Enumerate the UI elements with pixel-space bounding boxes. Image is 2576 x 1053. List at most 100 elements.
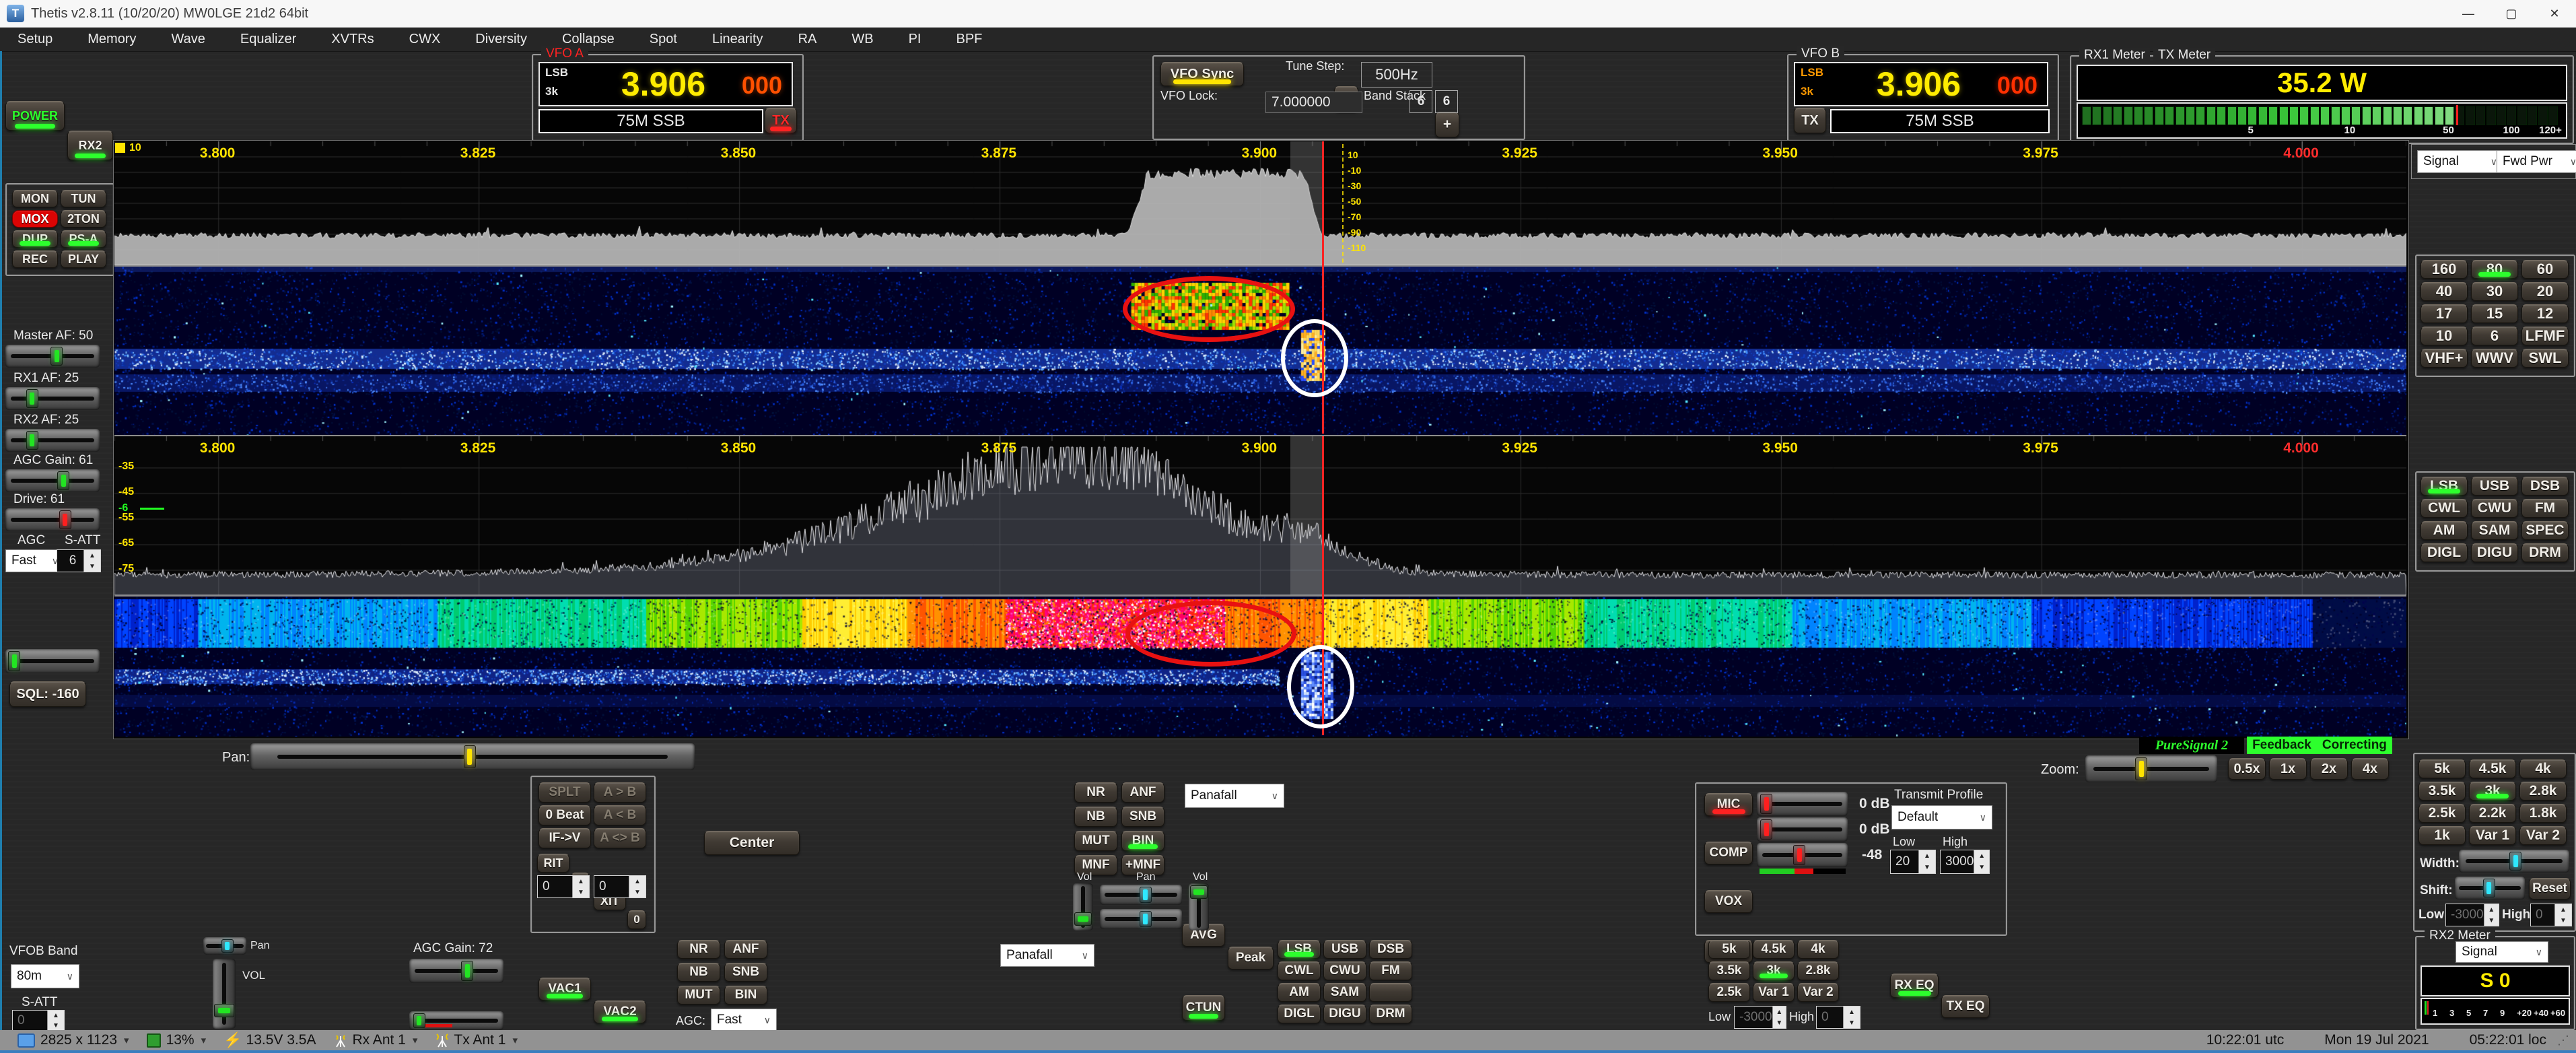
left-slider-0-thumb[interactable] bbox=[50, 347, 63, 366]
rx2-filter-passband[interactable] bbox=[1290, 436, 1323, 595]
rx1-vol2-thumb[interactable] bbox=[1190, 885, 1208, 899]
filter-shift-thumb[interactable] bbox=[2483, 879, 2495, 897]
rx2filter-button-var-2[interactable]: Var 2 bbox=[1797, 983, 1839, 1002]
filter-button-1.8k[interactable]: 1.8k bbox=[2519, 804, 2567, 823]
rx2filter-button-3k[interactable]: 3k bbox=[1753, 961, 1795, 980]
filter-button-2.2k[interactable]: 2.2k bbox=[2469, 804, 2516, 823]
filter-shift-slider[interactable] bbox=[2455, 877, 2525, 899]
mode-button-am[interactable]: AM bbox=[2421, 521, 2468, 540]
filter-low-arrows[interactable]: ▲▼ bbox=[2484, 904, 2499, 926]
comp-slider[interactable] bbox=[1757, 817, 1848, 842]
band-button-40[interactable]: 40 bbox=[2421, 282, 2468, 301]
menu-item-wb[interactable]: WB bbox=[834, 32, 891, 47]
sql-slider-thumb[interactable] bbox=[8, 651, 20, 671]
band-button-swl[interactable]: SWL bbox=[2521, 349, 2569, 368]
rx2-agc-threshold-line[interactable] bbox=[140, 508, 164, 510]
left-slider-4[interactable] bbox=[5, 508, 100, 531]
rx2mode-button-lsb[interactable]: LSB bbox=[1278, 940, 1321, 959]
filter-button-3k[interactable]: 3k bbox=[2469, 782, 2516, 801]
mode-button-lsb[interactable]: LSB bbox=[2421, 477, 2468, 496]
dsp2-button-anf[interactable]: ANF bbox=[724, 940, 767, 959]
display-pan-thumb[interactable] bbox=[464, 745, 476, 768]
rx1-display-mode-dropdown[interactable]: Panafall∨ bbox=[1185, 784, 1284, 808]
rx2-meter-mode-dropdown[interactable]: Signal∨ bbox=[2456, 941, 2548, 963]
minimize-button[interactable]: — bbox=[2447, 0, 2490, 27]
left-slider-4-thumb[interactable] bbox=[59, 510, 71, 529]
rit-spinner[interactable]: 0▲▼ bbox=[537, 875, 590, 898]
rx1-peak-button[interactable]: Peak bbox=[1228, 947, 1274, 970]
display-pan-slider[interactable] bbox=[250, 743, 695, 770]
filter-button-5k[interactable]: 5k bbox=[2418, 759, 2466, 778]
dsp2-button-bin[interactable]: BIN bbox=[724, 986, 767, 1005]
vac1-button[interactable]: VAC1 bbox=[538, 978, 591, 1000]
rx1-vol-thumb[interactable] bbox=[1074, 912, 1092, 926]
filter-width-thumb[interactable] bbox=[2509, 852, 2521, 871]
rx2-agc-gain-thumb[interactable] bbox=[461, 961, 473, 981]
rx1-pan-slider-a[interactable] bbox=[1100, 885, 1182, 905]
rx1-waterfall-canvas[interactable] bbox=[114, 267, 2406, 435]
dsp1-button-nb[interactable]: NB bbox=[1074, 807, 1117, 827]
mode-button-dsb[interactable]: DSB bbox=[2521, 477, 2569, 496]
dsp1-button-snb[interactable]: SNB bbox=[1121, 807, 1164, 827]
satt-spinner-arrows[interactable]: ▲▼ bbox=[83, 550, 100, 572]
left-slider-2[interactable] bbox=[5, 429, 100, 452]
rx1-filter-passband[interactable] bbox=[1290, 141, 1323, 265]
rx2-agc-mode-dropdown[interactable]: Fast∨ bbox=[711, 1009, 777, 1031]
menu-item-ra[interactable]: RA bbox=[781, 32, 835, 47]
display-zoom-thumb[interactable] bbox=[2135, 757, 2147, 780]
subrx-button-a-b[interactable]: A < B bbox=[594, 805, 646, 825]
menu-item-spot[interactable]: Spot bbox=[632, 32, 695, 47]
maximize-button[interactable]: ▢ bbox=[2490, 0, 2533, 27]
mode-button-cwl[interactable]: CWL bbox=[2421, 499, 2468, 518]
band-button-17[interactable]: 17 bbox=[2421, 304, 2468, 323]
rx2-sql-thumb[interactable] bbox=[413, 1013, 425, 1028]
rx1-ctun-button[interactable]: CTUN bbox=[1182, 995, 1225, 1021]
resize-grip[interactable]: ⋰ bbox=[2557, 1033, 2569, 1048]
rx-eq-button[interactable]: RX EQ bbox=[1890, 974, 1939, 998]
left-button-rec[interactable]: REC bbox=[12, 250, 58, 268]
vac2-button[interactable]: VAC2 bbox=[594, 1000, 646, 1023]
menu-item-linearity[interactable]: Linearity bbox=[695, 32, 781, 47]
display-zoom-slider[interactable] bbox=[2085, 755, 2217, 782]
filter-reset-button[interactable]: Reset bbox=[2529, 878, 2571, 899]
rx1-pan-a-thumb[interactable] bbox=[1140, 887, 1152, 903]
rx2mode-button-fm[interactable]: FM bbox=[1369, 961, 1412, 980]
close-button[interactable]: ✕ bbox=[2533, 0, 2576, 27]
menu-item-cwx[interactable]: CWX bbox=[392, 32, 458, 47]
left-button-mon[interactable]: MON bbox=[12, 190, 58, 207]
frequency-entry-field[interactable]: 7.000000 bbox=[1265, 92, 1362, 113]
rx2mode-button-blank-8[interactable] bbox=[1369, 983, 1412, 1002]
left-slider-3-thumb[interactable] bbox=[57, 471, 69, 490]
mode-button-drm[interactable]: DRM bbox=[2521, 543, 2569, 562]
mic-button[interactable]: MIC bbox=[1704, 793, 1753, 816]
agc-mode-dropdown[interactable]: Fast∨ bbox=[5, 549, 65, 572]
rx2-pan-thumb[interactable] bbox=[221, 939, 234, 953]
subrx-button-0-beat[interactable]: 0 Beat bbox=[538, 805, 591, 825]
menu-item-memory[interactable]: Memory bbox=[70, 32, 153, 47]
vfo-b-display[interactable]: LSB 3k 3.906 000 bbox=[1794, 62, 2048, 106]
rx2filter-button-3.5k[interactable]: 3.5k bbox=[1708, 961, 1750, 980]
center-button[interactable]: Center bbox=[704, 831, 800, 855]
left-button-ps-a[interactable]: PS-A bbox=[61, 230, 106, 248]
menu-item-bpf[interactable]: BPF bbox=[938, 32, 1000, 47]
sql-slider[interactable] bbox=[5, 649, 100, 673]
mode-button-digl[interactable]: DIGL bbox=[2421, 543, 2468, 562]
rx2-high-spinner[interactable]: 0▲▼ bbox=[1816, 1006, 1860, 1029]
band-button-80[interactable]: 80 bbox=[2471, 260, 2518, 279]
xit-zero-button[interactable]: 0 bbox=[627, 910, 646, 929]
rx2-vol-slider[interactable] bbox=[213, 959, 236, 1029]
subrx-button-splt[interactable]: SPLT bbox=[538, 782, 591, 803]
rit-button[interactable]: RIT bbox=[537, 854, 569, 873]
menu-item-equalizer[interactable]: Equalizer bbox=[223, 32, 314, 47]
band-button-60[interactable]: 60 bbox=[2521, 260, 2569, 279]
rx2-pan-slider[interactable] bbox=[203, 937, 246, 955]
mode-button-cwu[interactable]: CWU bbox=[2471, 499, 2518, 518]
menu-item-setup[interactable]: Setup bbox=[0, 32, 70, 47]
transmit-profile-dropdown[interactable]: Default∨ bbox=[1891, 805, 1992, 829]
menu-item-xvtrs[interactable]: XVTRs bbox=[314, 32, 391, 47]
status-cpu[interactable]: 13%▾ bbox=[147, 1032, 207, 1048]
filter-button-4.5k[interactable]: 4.5k bbox=[2469, 759, 2516, 778]
rx2mode-button-cwl[interactable]: CWL bbox=[1278, 961, 1321, 980]
rx2-vol-thumb[interactable] bbox=[214, 1004, 234, 1017]
band-button-6[interactable]: 6 bbox=[2471, 327, 2518, 345]
